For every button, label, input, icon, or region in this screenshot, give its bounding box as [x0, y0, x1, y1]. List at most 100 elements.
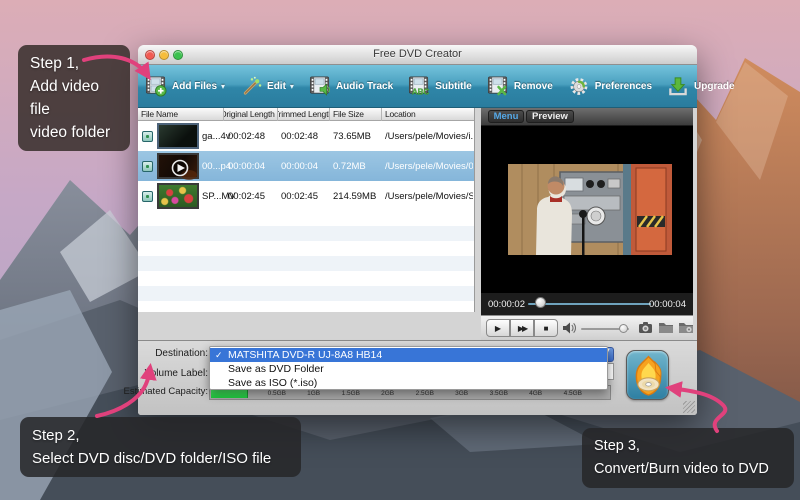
remove-button[interactable]: Remove	[486, 76, 553, 97]
video-item-icon	[142, 131, 153, 142]
callout-step1: Step 1, Add video file video folder	[18, 45, 130, 151]
stop-button[interactable]: ■	[534, 319, 558, 337]
dvd-folder-icon[interactable]	[678, 320, 694, 335]
tab-menu[interactable]: Menu	[488, 110, 524, 123]
menu-option-dvd-drive[interactable]: ✓ MATSHITA DVD-R UJ-8A8 HB14	[210, 348, 607, 362]
column-header-original-length[interactable]: Original Length	[224, 108, 278, 121]
cell-file-size: 0.72MB	[333, 161, 383, 172]
cell-original-length: 00:02:48	[228, 131, 280, 142]
edit-wand-icon	[239, 76, 263, 97]
video-item-icon	[142, 191, 153, 202]
elapsed-time: 00:00:02	[488, 299, 525, 310]
callout-step3: Step 3, Convert/Burn video to DVD	[582, 428, 794, 488]
preferences-button[interactable]: Preferences	[567, 76, 652, 97]
capacity-tick: 3.5GB	[490, 390, 508, 397]
capacity-tick: 1GB	[307, 390, 320, 397]
cell-trimmed-length: 00:02:48	[281, 131, 331, 142]
callout-step2: Step 2, Select DVD disc/DVD folder/ISO f…	[20, 417, 301, 477]
duration-time: 00:00:04	[649, 299, 686, 310]
add-files-icon	[144, 76, 168, 97]
preview-panel: Menu Preview	[481, 108, 693, 340]
upgrade-label: Upgrade	[694, 81, 735, 92]
output-settings-panel: Destination: Volume Label: Estimated Cap…	[138, 340, 697, 415]
content-area: File Name Original Length Trimmed Length…	[138, 108, 697, 340]
column-header-file-size[interactable]: File Size	[330, 108, 382, 121]
callout-step1-title: Step 1,	[30, 52, 118, 75]
edit-label: Edit	[267, 81, 286, 92]
table-row[interactable]: ga...4v 00:02:48 00:02:48 73.65MB /Users…	[138, 121, 474, 151]
menu-option-iso[interactable]: Save as ISO (*.iso)	[210, 376, 607, 390]
callout-step1-line: Add video file	[30, 75, 118, 121]
download-arrow-icon	[666, 76, 690, 97]
callout-step2-title: Step 2,	[32, 424, 289, 447]
menu-option-label: MATSHITA DVD-R UJ-8A8 HB14	[228, 349, 382, 361]
preview-tab-bar: Menu Preview	[481, 108, 693, 126]
screenshot-root: { "window": { "title": "Free DVD Creator…	[0, 0, 800, 500]
column-header-file-name[interactable]: File Name	[138, 108, 224, 121]
burn-button[interactable]	[626, 350, 669, 400]
destination-label: Destination:	[155, 348, 208, 359]
video-thumbnail	[157, 123, 199, 149]
cell-trimmed-length: 00:00:04	[281, 161, 331, 172]
capacity-tick: 0.5GB	[268, 390, 286, 397]
tab-preview[interactable]: Preview	[526, 110, 574, 123]
callout-step3-line: Convert/Burn video to DVD	[594, 458, 782, 481]
cell-original-length: 00:02:45	[228, 191, 280, 202]
remove-icon	[486, 76, 510, 97]
video-thumbnail	[157, 183, 199, 209]
open-folder-icon[interactable]	[658, 320, 674, 335]
add-files-button[interactable]: Add Files ▾	[144, 76, 225, 97]
column-header-location[interactable]: Location	[382, 108, 475, 121]
audio-track-label: Audio Track	[336, 81, 393, 92]
cell-location: /Users/pele/Movies/0...	[385, 161, 473, 172]
fast-forward-button[interactable]: ▶▶	[510, 319, 534, 337]
title-bar[interactable]: Free DVD Creator	[138, 45, 697, 65]
estimated-capacity-label: Estimated Capacity:	[124, 386, 208, 397]
seek-track[interactable]	[528, 303, 651, 305]
seek-handle[interactable]	[535, 297, 546, 308]
video-frame	[508, 164, 672, 255]
callout-step2-line: Select DVD disc/DVD folder/ISO file	[32, 447, 289, 470]
burn-flame-icon	[630, 353, 667, 399]
cell-location: /Users/pele/Movies/i...	[385, 131, 473, 142]
subtitle-button[interactable]: ABC Subtitle	[407, 76, 472, 97]
callout-step1-line: video folder	[30, 121, 118, 144]
preferences-label: Preferences	[595, 81, 652, 92]
capacity-tick: 1.5GB	[342, 390, 360, 397]
table-body: ga...4v 00:02:48 00:02:48 73.65MB /Users…	[138, 121, 474, 211]
app-window: Free DVD Creator Add Files ▾	[138, 45, 697, 415]
audio-track-icon	[308, 76, 332, 97]
table-row[interactable]: SP...MV 00:02:45 00:02:45 214.59MB /User…	[138, 181, 474, 211]
play-button[interactable]: ▶	[486, 319, 510, 337]
capacity-tick: 2GB	[381, 390, 394, 397]
cell-file-size: 73.65MB	[333, 131, 383, 142]
table-empty-rows	[138, 211, 474, 312]
remove-label: Remove	[514, 81, 553, 92]
column-header-trimmed-length[interactable]: Trimmed Length	[278, 108, 330, 121]
chevron-down-icon: ▾	[290, 82, 294, 91]
table-row-selected[interactable]: 00...p4 00:00:04 00:00:04 0.72MB /Users/…	[138, 151, 474, 181]
cell-trimmed-length: 00:02:45	[281, 191, 331, 202]
gear-icon	[567, 76, 591, 97]
volume-handle[interactable]	[619, 324, 628, 333]
destination-dropdown-menu: ✓ MATSHITA DVD-R UJ-8A8 HB14 Save as DVD…	[209, 346, 608, 390]
audio-track-button[interactable]: Audio Track	[308, 76, 393, 97]
cell-file-size: 214.59MB	[333, 191, 383, 202]
video-item-icon	[142, 161, 153, 172]
capacity-tick: 2.5GB	[416, 390, 434, 397]
file-table: File Name Original Length Trimmed Length…	[138, 108, 475, 312]
window-title: Free DVD Creator	[138, 48, 697, 60]
menu-option-dvd-folder[interactable]: Save as DVD Folder	[210, 362, 607, 376]
window-resize-grip[interactable]	[683, 401, 695, 413]
capacity-tick: 3GB	[455, 390, 468, 397]
chevron-down-icon: ▾	[221, 82, 225, 91]
cell-location: /Users/pele/Movies/S...	[385, 191, 473, 202]
edit-button[interactable]: Edit ▾	[239, 76, 294, 97]
snapshot-camera-icon[interactable]	[638, 320, 653, 335]
svg-text:ABC: ABC	[412, 87, 430, 96]
toolbar: Add Files ▾ Edit ▾	[138, 65, 697, 108]
upgrade-button[interactable]: Upgrade	[666, 76, 735, 97]
speaker-icon[interactable]	[561, 320, 577, 336]
video-screen	[481, 126, 693, 293]
menu-option-label: Save as DVD Folder	[228, 363, 324, 375]
